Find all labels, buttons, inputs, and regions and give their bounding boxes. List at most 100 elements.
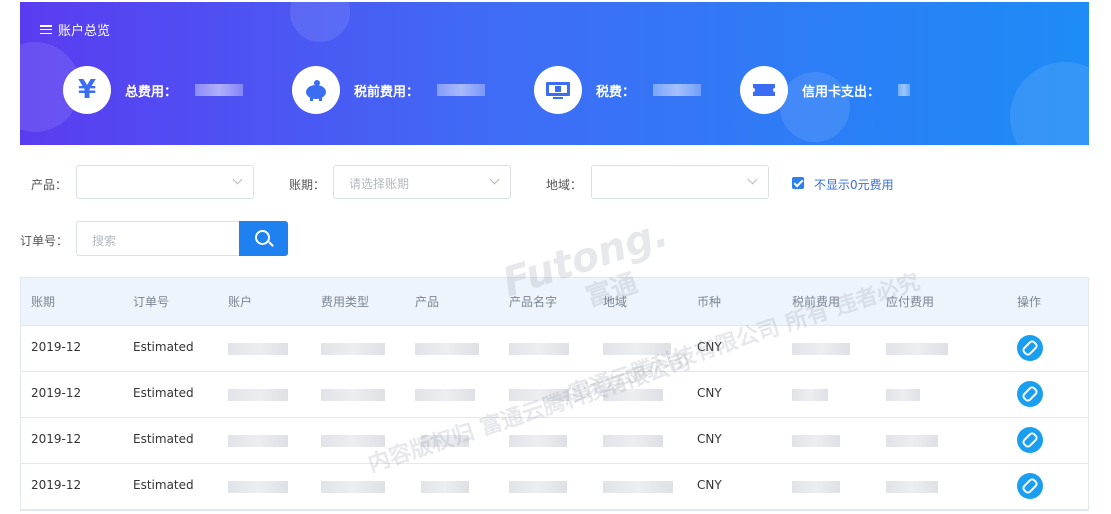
table-row: 2019-12 Estimated CNY: [21, 418, 1088, 464]
masked-cell: [228, 435, 288, 447]
search-input[interactable]: 搜索: [76, 221, 240, 256]
stat-label: 总费用：: [125, 84, 178, 100]
col-header-pretax: 税前费用: [792, 295, 841, 309]
masked-cell: [509, 343, 569, 355]
table-row: 2019-12 Estimated CNY: [21, 326, 1088, 372]
banner-decoration: [1010, 62, 1089, 145]
order-label: 订单号：: [20, 234, 69, 248]
masked-cell: [603, 343, 671, 355]
masked-cell: [792, 343, 850, 355]
region-label: 地域：: [546, 178, 583, 192]
cell-order: Estimated: [133, 386, 194, 400]
masked-cell: [792, 481, 840, 493]
masked-cell: [228, 389, 288, 401]
overview-banner: 账户总览 ¥ 总费用： 税前费用： 税费： 信用卡支出：: [20, 2, 1089, 145]
masked-cell: [421, 481, 469, 493]
row-link-button[interactable]: [1017, 381, 1043, 407]
masked-cell: [603, 389, 663, 401]
cell-order: Estimated: [133, 432, 194, 446]
period-placeholder: 请选择账期: [349, 177, 410, 191]
stat-pretax-cost: 税前费用：: [292, 66, 486, 114]
masked-cell: [321, 343, 385, 355]
cell-order: Estimated: [133, 478, 194, 492]
row-link-button[interactable]: [1017, 335, 1043, 361]
link-icon: [1020, 338, 1040, 358]
stat-tax: 税费：: [534, 66, 702, 114]
masked-cell: [228, 481, 288, 493]
masked-value: [898, 84, 911, 96]
masked-cell: [321, 435, 385, 447]
masked-cell: [421, 435, 469, 447]
masked-cell: [603, 435, 663, 447]
region-select[interactable]: [591, 165, 769, 199]
product-label: 产品：: [31, 178, 68, 192]
masked-cell: [886, 481, 938, 493]
col-header-payable: 应付费用: [886, 295, 935, 309]
link-icon: [1020, 430, 1040, 450]
hide-zero-label[interactable]: 不显示0元费用: [814, 176, 894, 193]
page-title-text: 账户总览: [58, 24, 111, 39]
cell-period: 2019-12: [31, 386, 82, 400]
col-header-product: 产品: [415, 295, 440, 309]
period-select[interactable]: 请选择账期: [333, 165, 511, 199]
stat-credit-card: 信用卡支出：: [740, 66, 911, 114]
product-select[interactable]: [76, 165, 254, 199]
masked-value: [195, 84, 244, 96]
cell-order: Estimated: [133, 340, 194, 354]
stat-total-cost: ¥ 总费用：: [63, 66, 244, 114]
col-header-order: 订单号: [133, 295, 170, 309]
col-header-cost-type: 费用类型: [321, 295, 370, 309]
invoice-icon: [534, 66, 582, 114]
masked-cell: [792, 389, 828, 401]
menu-icon[interactable]: [40, 25, 52, 34]
masked-cell: [415, 389, 475, 401]
stat-label: 信用卡支出：: [802, 84, 881, 100]
col-header-action: 操作: [1017, 295, 1042, 309]
search-placeholder: 搜索: [92, 234, 117, 248]
stat-label: 税费：: [596, 84, 636, 100]
masked-value: [653, 84, 702, 96]
masked-value: [437, 84, 486, 96]
masked-cell: [886, 435, 938, 447]
cell-currency: CNY: [697, 386, 722, 400]
masked-cell: [415, 343, 479, 355]
period-label: 账期：: [289, 178, 326, 192]
piggy-bank-icon: [292, 66, 340, 114]
chevron-down-icon: [489, 174, 500, 185]
search-button[interactable]: [239, 221, 288, 256]
masked-cell: [509, 389, 569, 401]
col-header-currency: 币种: [697, 295, 722, 309]
cell-period: 2019-12: [31, 478, 82, 492]
search-icon-handle: [268, 241, 274, 247]
credit-card-icon: [740, 66, 788, 114]
masked-cell: [603, 481, 673, 493]
cell-period: 2019-12: [31, 432, 82, 446]
link-icon: [1020, 476, 1040, 496]
banner-decoration: [290, 2, 350, 42]
link-icon: [1020, 384, 1040, 404]
table-header: 账期 订单号 账户 费用类型 产品 产品名字 地域 币种 税前费用 应付费用 操…: [21, 278, 1088, 326]
col-header-region: 地域: [603, 295, 628, 309]
masked-cell: [509, 481, 567, 493]
masked-cell: [228, 343, 288, 355]
col-header-period: 账期: [31, 295, 56, 309]
row-link-button[interactable]: [1017, 473, 1043, 499]
hide-zero-checkbox[interactable]: [792, 177, 804, 189]
masked-cell: [321, 481, 385, 493]
masked-cell: [509, 435, 567, 447]
page-title[interactable]: 账户总览: [40, 20, 110, 39]
stat-label: 税前费用：: [354, 84, 420, 100]
masked-cell: [321, 389, 385, 401]
table-row: 2019-12 Estimated CNY: [21, 464, 1088, 510]
chevron-down-icon: [747, 174, 758, 185]
cell-currency: CNY: [697, 432, 722, 446]
table-row: 2019-12 Estimated CNY: [21, 372, 1088, 418]
row-link-button[interactable]: [1017, 427, 1043, 453]
masked-cell: [886, 389, 920, 401]
cell-period: 2019-12: [31, 340, 82, 354]
cell-currency: CNY: [697, 340, 722, 354]
cell-currency: CNY: [697, 478, 722, 492]
col-header-account: 账户: [228, 295, 253, 309]
masked-cell: [886, 343, 948, 355]
chevron-down-icon: [232, 174, 243, 185]
